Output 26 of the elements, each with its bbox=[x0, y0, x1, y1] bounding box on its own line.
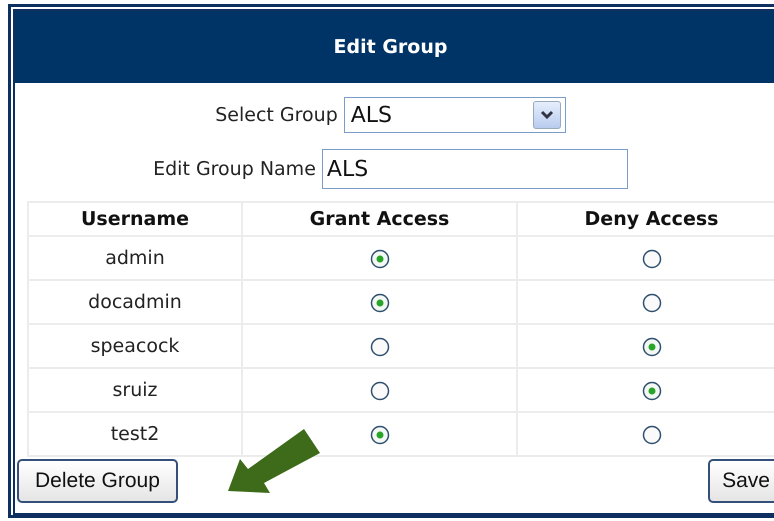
chevron-down-icon bbox=[532, 101, 561, 129]
table-cell: docadmin bbox=[28, 280, 242, 324]
radio-button[interactable] bbox=[370, 424, 390, 445]
column-header: Username bbox=[28, 202, 242, 236]
radio-button[interactable] bbox=[370, 292, 390, 313]
radio-button[interactable] bbox=[642, 248, 662, 269]
column-header: Deny Access bbox=[517, 202, 774, 236]
field-label: Edit Group Name bbox=[153, 158, 316, 180]
radio-button[interactable] bbox=[642, 336, 662, 357]
panel-title: Edit Group bbox=[334, 36, 448, 58]
field-label: Select Group bbox=[215, 104, 338, 126]
input-field[interactable]: ALS bbox=[322, 149, 628, 189]
group-dropdown[interactable]: ALS bbox=[344, 97, 566, 133]
radio-button[interactable] bbox=[370, 248, 390, 269]
table-cell: test2 bbox=[28, 412, 242, 456]
radio-button[interactable] bbox=[370, 380, 390, 401]
radio-button[interactable] bbox=[642, 424, 662, 445]
table-cell: sruiz bbox=[28, 368, 242, 412]
column-header: Grant Access bbox=[242, 202, 517, 236]
delete-button[interactable]: Delete Group bbox=[17, 459, 178, 503]
radio-button[interactable] bbox=[370, 336, 390, 357]
table-cell: admin bbox=[28, 236, 242, 280]
radio-button[interactable] bbox=[642, 292, 662, 313]
table-cell: speacock bbox=[28, 324, 242, 368]
save-button[interactable]: Save bbox=[708, 459, 774, 503]
radio-button[interactable] bbox=[642, 380, 662, 401]
